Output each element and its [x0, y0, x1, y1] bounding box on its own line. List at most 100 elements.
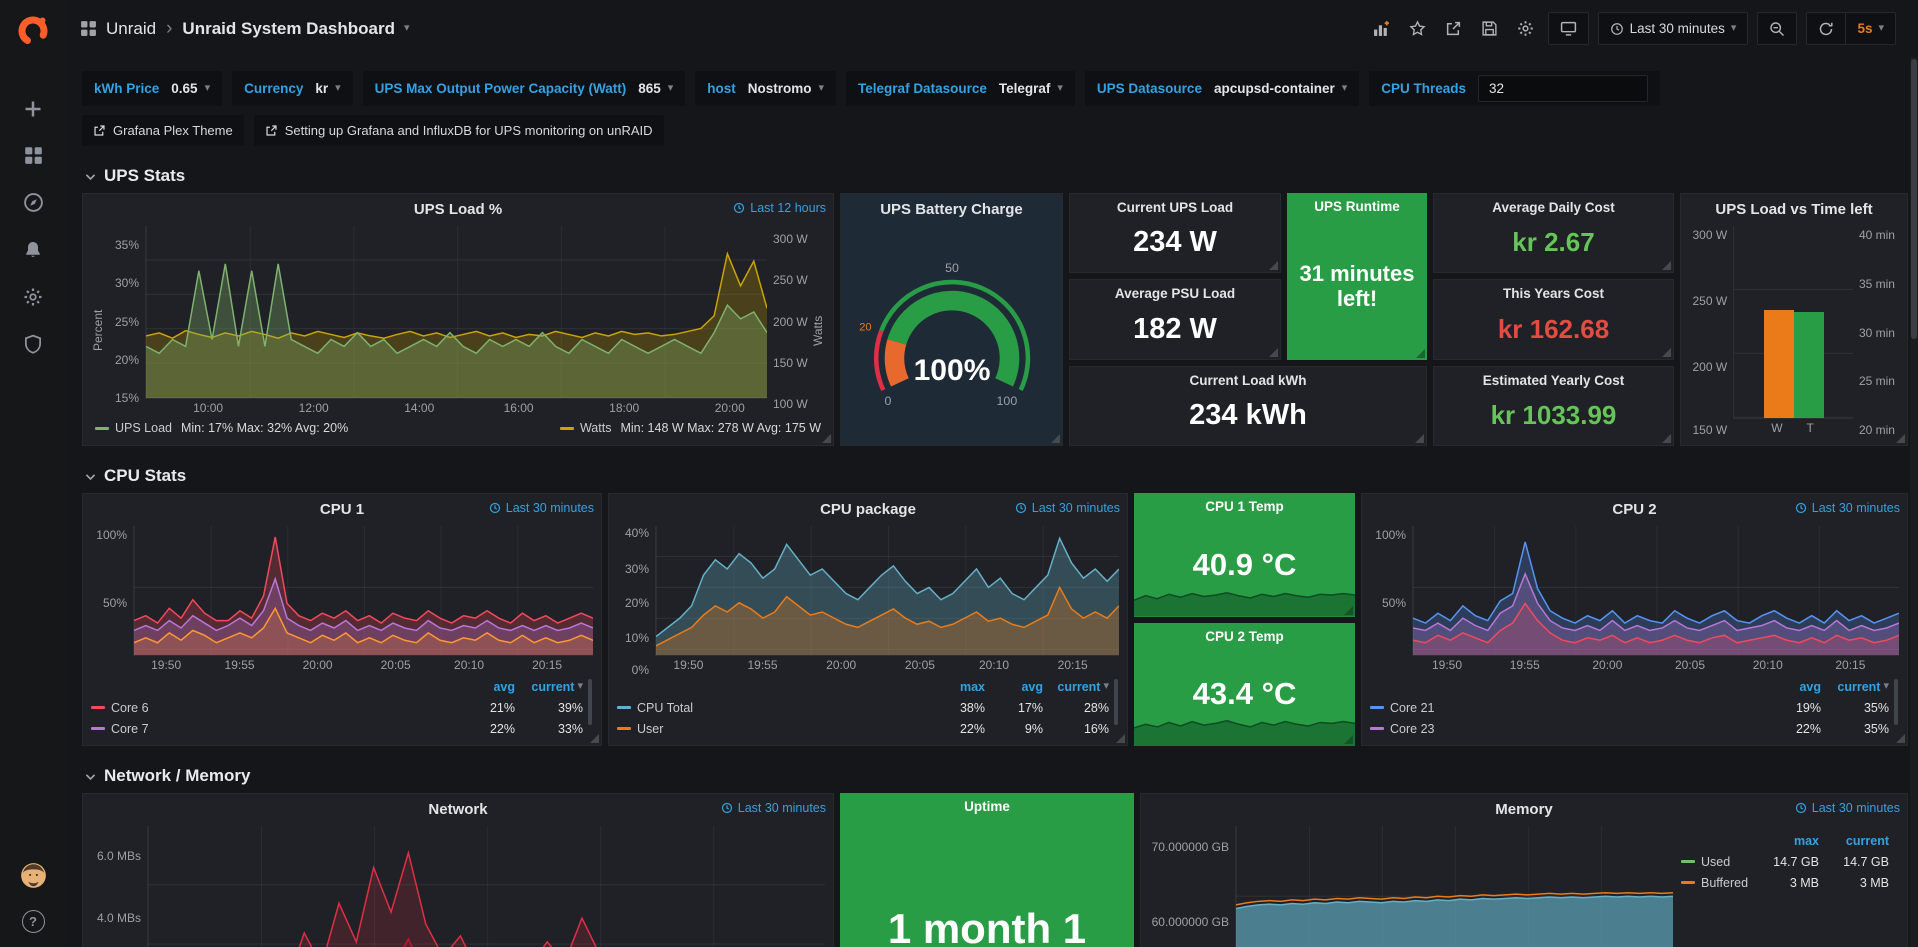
legend-sort-current[interactable]: current ▾ — [515, 680, 583, 694]
refresh-button[interactable] — [1806, 12, 1845, 45]
panel-title[interactable]: Estimated Yearly Cost — [1434, 373, 1673, 388]
refresh-icon — [1818, 21, 1834, 37]
legend-series-toggle[interactable]: Core 23 — [1370, 722, 1759, 736]
network-chart[interactable] — [147, 826, 825, 947]
panel-resize-handle[interactable] — [1896, 734, 1905, 743]
variable-value-dropdown[interactable]: 0.65 ▾ — [171, 81, 210, 96]
panel-time-override[interactable]: Last 30 minutes — [1015, 501, 1120, 515]
sidebar-item-dashboards[interactable] — [0, 132, 66, 179]
user-avatar[interactable] — [20, 862, 47, 892]
time-picker-button[interactable]: Last 30 minutes ▾ — [1598, 12, 1749, 45]
variable-value-dropdown[interactable]: Telegraf ▾ — [999, 81, 1063, 96]
legend-sort-avg[interactable]: avg — [1759, 680, 1821, 694]
panel-title[interactable]: UPS Load vs Time left — [1715, 201, 1872, 218]
panel-time-override[interactable]: Last 12 hours — [733, 201, 826, 215]
x-axis-ticks: 19:50 19:55 20:00 20:05 20:10 20:15 — [134, 655, 593, 673]
panel-resize-handle[interactable] — [1896, 434, 1905, 443]
grafana-logo[interactable] — [15, 12, 51, 51]
legend-sort-current[interactable]: current — [1819, 834, 1889, 848]
section-header-network-memory[interactable]: Network / Memory — [84, 766, 1908, 786]
panel-time-override[interactable]: Last 30 minutes — [1795, 501, 1900, 515]
legend-series-toggle[interactable]: CPU Total — [617, 701, 927, 715]
topbar: Unraid › Unraid System Dashboard ▾ — [66, 0, 1918, 57]
panel-title[interactable]: Network — [428, 801, 487, 818]
panel-title[interactable]: CPU 1 — [320, 501, 364, 518]
legend-series-toggle[interactable]: Core 7 — [91, 722, 453, 736]
page-scrollbar-thumb[interactable] — [1911, 59, 1917, 339]
variable-cpu-threads-input[interactable]: 32 — [1478, 75, 1648, 102]
section-header-ups-stats[interactable]: UPS Stats — [84, 166, 1908, 186]
panel-title[interactable]: CPU 2 Temp — [1134, 629, 1355, 644]
legend-item-watts[interactable]: Watts Min: 148 W Max: 278 W Avg: 175 W — [560, 421, 821, 435]
legend-series-toggle[interactable]: Core 6 — [91, 701, 453, 715]
sidebar-item-alerting[interactable] — [0, 226, 66, 273]
panel-title[interactable]: UPS Battery Charge — [880, 201, 1023, 218]
save-dashboard-button[interactable] — [1476, 15, 1503, 42]
panel-title[interactable]: CPU 2 — [1612, 501, 1656, 518]
sidebar-bottom: ? — [20, 862, 47, 947]
series-marker — [1370, 727, 1384, 730]
ups-bar-chart[interactable]: W T — [1733, 226, 1853, 419]
sidebar-item-server-admin[interactable] — [0, 320, 66, 367]
gauge-value: 100% — [913, 354, 990, 387]
panel-resize-handle[interactable] — [1116, 734, 1125, 743]
panel-title[interactable]: CPU package — [820, 501, 916, 518]
legend-sort-current[interactable]: current ▾ — [1821, 680, 1889, 694]
panel-title[interactable]: Average Daily Cost — [1434, 200, 1673, 215]
section-header-cpu-stats[interactable]: CPU Stats — [84, 466, 1908, 486]
legend-series-toggle[interactable]: Buffered — [1681, 876, 1749, 890]
panel-title[interactable]: CPU 1 Temp — [1134, 499, 1355, 514]
legend-item-ups-load[interactable]: UPS Load Min: 17% Max: 32% Avg: 20% — [95, 421, 348, 435]
sidebar-item-create[interactable] — [0, 85, 66, 132]
panel-title[interactable]: UPS Load % — [414, 201, 502, 218]
cycle-view-mode-button[interactable] — [1548, 12, 1589, 45]
variable-value-dropdown[interactable]: Nostromo ▾ — [748, 81, 824, 96]
share-dashboard-button[interactable] — [1440, 15, 1467, 42]
refresh-interval-dropdown[interactable]: 5s ▾ — [1845, 12, 1896, 45]
variable-value-dropdown[interactable]: 865 ▾ — [638, 81, 673, 96]
legend-sort-avg[interactable]: avg — [985, 680, 1043, 694]
cpu1-chart[interactable]: 19:50 19:55 20:00 20:05 20:10 20:15 — [133, 526, 593, 656]
panel-title[interactable]: UPS Runtime — [1287, 199, 1427, 214]
panel-time-override[interactable]: Last 30 minutes — [489, 501, 594, 515]
sidebar-item-explore[interactable] — [0, 179, 66, 226]
breadcrumb-folder[interactable]: Unraid — [106, 19, 156, 39]
panel-resize-handle[interactable] — [1051, 434, 1060, 443]
legend-sort-max[interactable]: max — [927, 680, 985, 694]
ups-load-chart[interactable]: 10:00 12:00 14:00 16:00 18:00 20:00 — [145, 226, 767, 399]
legend-sort-current[interactable]: current ▾ — [1043, 680, 1109, 694]
legend-series-toggle[interactable]: Used — [1681, 855, 1749, 869]
legend-sort-max[interactable]: max — [1749, 834, 1819, 848]
panel-title[interactable]: Memory — [1495, 801, 1553, 818]
add-panel-button[interactable] — [1368, 15, 1395, 42]
variable-value-dropdown[interactable]: apcupsd-container ▾ — [1214, 81, 1347, 96]
help-button[interactable]: ? — [22, 910, 45, 933]
variable-value-dropdown[interactable]: kr ▾ — [315, 81, 340, 96]
dashboard-link-plex-theme[interactable]: Grafana Plex Theme — [82, 115, 244, 146]
cpu2-chart[interactable]: 19:50 19:55 20:00 20:05 20:10 20:15 — [1412, 526, 1899, 656]
panel-title[interactable]: Current UPS Load — [1070, 200, 1280, 215]
legend-scrollbar[interactable] — [1894, 679, 1898, 725]
panel-resize-handle[interactable] — [822, 434, 831, 443]
panel-resize-handle[interactable] — [590, 734, 599, 743]
zoom-out-button[interactable] — [1757, 12, 1797, 45]
legend-series-toggle[interactable]: Core 21 — [1370, 701, 1759, 715]
dashboard-settings-button[interactable] — [1512, 15, 1539, 42]
panel-title[interactable]: Current Load kWh — [1070, 373, 1426, 388]
clock-icon — [721, 802, 733, 814]
legend-series-toggle[interactable]: User — [617, 722, 927, 736]
panel-title[interactable]: This Years Cost — [1434, 286, 1673, 301]
panel-time-override[interactable]: Last 30 minutes — [721, 801, 826, 815]
breadcrumb-dashboard-title[interactable]: Unraid System Dashboard — [182, 19, 395, 39]
panel-time-override[interactable]: Last 30 minutes — [1795, 801, 1900, 815]
mark-favorite-button[interactable] — [1404, 15, 1431, 42]
legend-scrollbar[interactable] — [588, 679, 592, 725]
panel-title[interactable]: Uptime — [840, 799, 1134, 814]
sidebar-item-configuration[interactable] — [0, 273, 66, 320]
legend-sort-avg[interactable]: avg — [453, 680, 515, 694]
memory-chart[interactable] — [1235, 826, 1673, 947]
dashboard-link-ups-monitoring-guide[interactable]: Setting up Grafana and InfluxDB for UPS … — [254, 115, 664, 146]
legend-scrollbar[interactable] — [1114, 679, 1118, 725]
panel-title[interactable]: Average PSU Load — [1070, 286, 1280, 301]
cpu-package-chart[interactable]: 19:50 19:55 20:00 20:05 20:10 20:15 — [655, 526, 1119, 656]
